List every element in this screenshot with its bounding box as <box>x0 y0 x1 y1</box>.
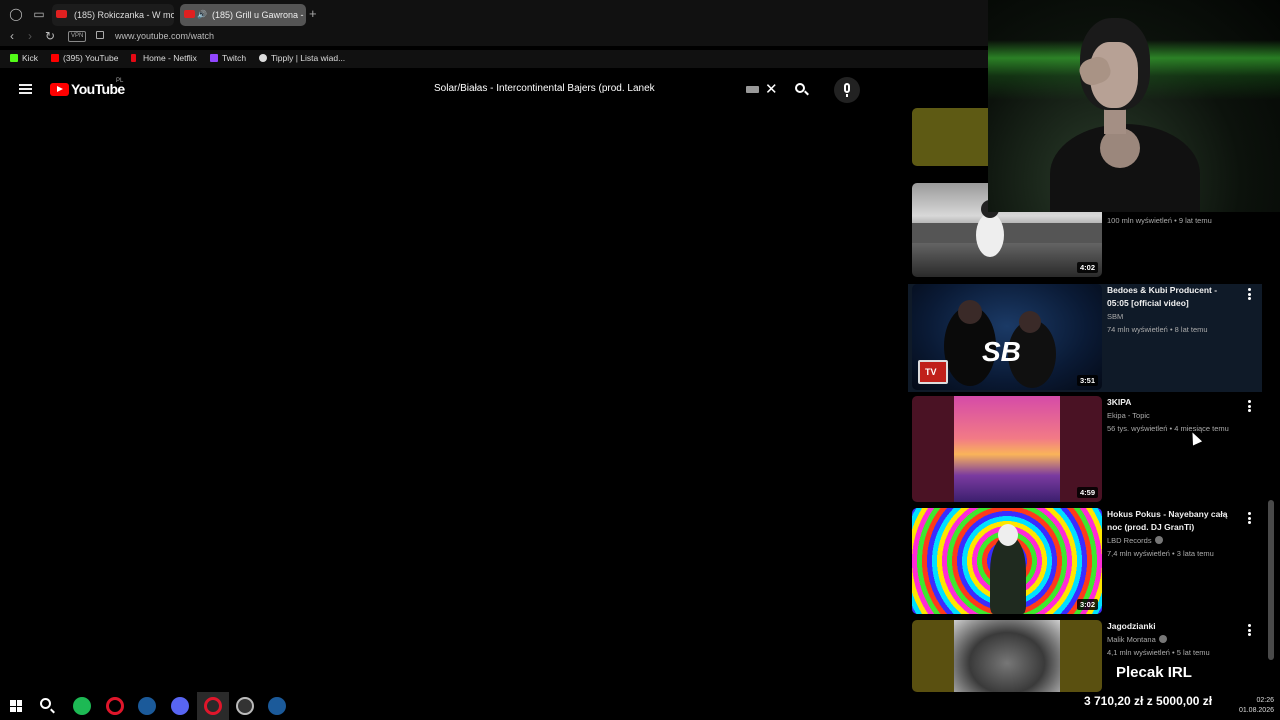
steam-icon[interactable] <box>138 697 156 715</box>
bookmark-label: Tipply | Lista wiad... <box>271 53 346 63</box>
kick-icon <box>10 54 18 62</box>
scrollbar[interactable] <box>1268 500 1274 660</box>
related-video[interactable]: Jagodzianki Malik Montana 4,1 mln wyświe… <box>908 620 1262 692</box>
opera-gx-icon[interactable] <box>204 697 222 715</box>
youtube-play-icon <box>50 83 69 96</box>
search-input[interactable]: Solar/Białas - Intercontinental Bajers (… <box>434 83 734 94</box>
voice-search-button[interactable] <box>834 77 860 103</box>
video-title[interactable]: Jagodzianki <box>1107 620 1237 633</box>
duration-badge: 3:51 <box>1076 375 1098 386</box>
bookmark-label: Twitch <box>222 53 247 63</box>
opera-gx-icon[interactable] <box>106 697 124 715</box>
duration-badge: 4:02 <box>1076 262 1098 273</box>
more-options-icon[interactable] <box>1248 512 1252 526</box>
forward-icon[interactable]: › <box>28 29 32 43</box>
video-title[interactable]: Hokus Pokus - Nayebany całą noc (prod. D… <box>1107 508 1237 534</box>
twitch-icon <box>210 54 218 62</box>
tab-label: (185) Rokiczanka - W moim <box>74 10 174 20</box>
windows-start-icon[interactable] <box>10 700 22 712</box>
duration-badge: 4:59 <box>1076 487 1098 498</box>
bookmark-kick[interactable]: Kick <box>10 53 38 63</box>
verified-icon <box>1158 635 1167 643</box>
more-options-icon[interactable] <box>1248 400 1252 414</box>
youtube-favicon-icon <box>56 10 67 18</box>
country-code: PL <box>116 78 124 84</box>
video-stats: 7,4 mln wyświetleń • 3 lata temu <box>1107 549 1214 558</box>
video-stats: 4,1 mln wyświetleń • 5 lat temu <box>1107 648 1210 657</box>
tab-grill-u-gawrona[interactable]: 🔊 (185) Grill u Gawrona - <box>180 4 306 26</box>
figure <box>990 536 1026 614</box>
channel-name[interactable]: Ekipa - Topic <box>1107 409 1237 422</box>
related-video[interactable]: 4:59 3KIPA Ekipa - Topic 56 tys. wyświet… <box>908 396 1262 504</box>
related-video[interactable]: SB TV 3:51 Bedoes & Kubi Producent - 05:… <box>908 284 1262 392</box>
video-thumbnail[interactable]: 4:59 <box>912 396 1102 502</box>
discord-icon[interactable] <box>171 697 189 715</box>
video-stats: 74 mln wyświetleń • 8 lat temu <box>1107 325 1208 334</box>
more-options-icon[interactable] <box>1248 624 1252 638</box>
hamburger-menu-icon[interactable] <box>19 84 32 94</box>
duration-badge: 3:02 <box>1076 599 1098 610</box>
tab-island-icon[interactable]: ▭ <box>31 6 47 22</box>
reload-icon[interactable]: ↻ <box>45 29 55 43</box>
more-options-icon[interactable] <box>1248 288 1252 302</box>
netflix-icon <box>131 54 136 62</box>
clock-date: 01.08.2026 <box>1238 707 1274 714</box>
thumbnail-text: SB <box>982 336 1021 367</box>
obs-icon[interactable] <box>236 697 254 715</box>
album-art <box>954 396 1060 502</box>
spotify-icon[interactable] <box>73 697 91 715</box>
youtube-header: YouTube PL Solar/Białas - Intercontinent… <box>0 70 988 110</box>
microphone-icon <box>844 83 850 93</box>
video-thumbnail[interactable] <box>912 620 1102 692</box>
donation-goal-overlay: 3 710,20 zł z 5000,00 zł <box>1084 694 1213 708</box>
tv-badge: TV <box>918 360 948 384</box>
search-box[interactable]: Solar/Białas - Intercontinental Bajers (… <box>424 78 783 102</box>
verified-icon <box>1154 536 1163 544</box>
related-video[interactable]: 3:02 Hokus Pokus - Nayebany całą noc (pr… <box>908 508 1262 616</box>
channel-name[interactable]: Malik Montana <box>1107 635 1156 644</box>
clock-time: 02:26 <box>1256 697 1274 704</box>
tab-label: (185) Grill u Gawrona - <box>212 10 304 20</box>
tipply-icon <box>259 54 267 62</box>
bookmark-label: (395) YouTube <box>63 53 119 63</box>
opera-menu-icon[interactable]: ◯ <box>8 6 24 22</box>
video-stats: 100 mln wyświetleń • 9 lat temu <box>1107 216 1212 225</box>
video-title[interactable]: 3KIPA <box>1107 396 1237 409</box>
video-stats: 56 tys. wyświetleń • 4 miesiące temu <box>1107 424 1229 433</box>
search-button[interactable] <box>788 78 814 102</box>
stream-overlay-label: Plecak IRL <box>1116 664 1192 681</box>
youtube-icon <box>51 54 59 62</box>
back-icon[interactable]: ‹ <box>10 29 14 43</box>
video-thumbnail[interactable]: SB TV 3:51 <box>912 284 1102 390</box>
video-title[interactable]: Bedoes & Kubi Producent - 05:05 [officia… <box>1107 284 1237 310</box>
speaker-icon[interactable]: 🔊 <box>197 4 207 26</box>
address-bar: ‹ › ↻ VPN www.youtube.com/watch <box>0 28 988 46</box>
bookmarks-bar: Kick (395) YouTube Home - Netflix Twitch… <box>0 50 988 68</box>
video-thumbnail[interactable]: 3:02 <box>912 508 1102 614</box>
bookmark-youtube[interactable]: (395) YouTube <box>51 53 118 63</box>
steam-icon[interactable] <box>268 697 286 715</box>
bookmark-twitch[interactable]: Twitch <box>210 53 246 63</box>
tab-bar: ◯ ▭ (185) Rokiczanka - W moim 🔊 (185) Gr… <box>0 0 988 28</box>
channel-name[interactable]: LBD Records <box>1107 536 1152 545</box>
bookmark-netflix[interactable]: Home - Netflix <box>131 53 197 63</box>
clear-search-icon[interactable]: ✕ <box>765 80 778 98</box>
taskbar-search-icon[interactable] <box>40 698 51 709</box>
system-clock[interactable]: 02:26 01.08.2026 <box>1234 696 1274 716</box>
keyboard-icon[interactable] <box>746 86 759 93</box>
new-tab-button[interactable]: + <box>309 6 317 21</box>
channel-name[interactable]: SBM <box>1107 310 1237 323</box>
lock-icon[interactable] <box>96 31 104 39</box>
bookmark-tipply[interactable]: Tipply | Lista wiad... <box>259 53 345 63</box>
album-art <box>954 620 1060 692</box>
youtube-favicon-icon <box>184 10 195 18</box>
webcam-feed <box>988 0 1280 212</box>
vpn-badge[interactable]: VPN <box>68 31 87 42</box>
bookmark-label: Home - Netflix <box>143 53 197 63</box>
bookmark-label: Kick <box>22 53 39 63</box>
tab-rokiczanka[interactable]: (185) Rokiczanka - W moim <box>52 4 174 26</box>
url-field[interactable]: www.youtube.com/watch <box>115 31 214 41</box>
